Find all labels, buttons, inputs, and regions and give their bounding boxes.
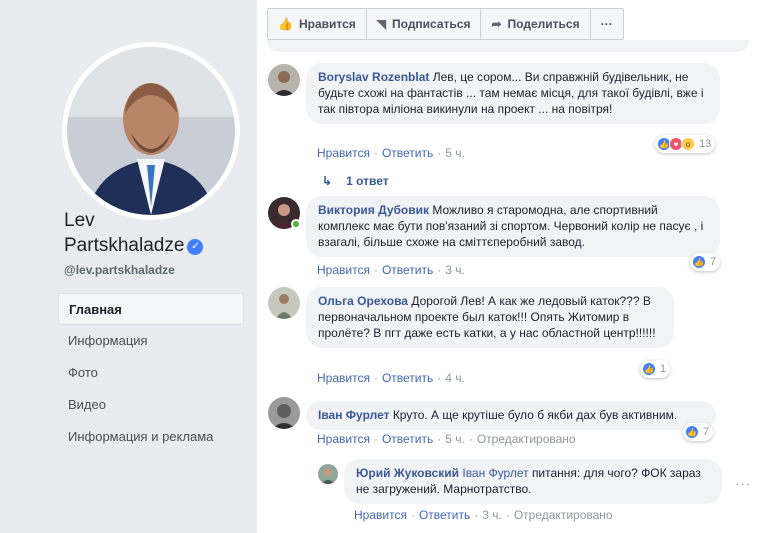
avatar-image: [318, 464, 338, 484]
like-reaction-icon: 👍: [692, 255, 706, 269]
profile-handle[interactable]: @lev.partskhaladze: [64, 263, 175, 277]
like-page-button[interactable]: 👍 Нравится: [267, 8, 367, 40]
share-label: Поделиться: [507, 17, 580, 31]
page-action-bar: 👍 Нравится ◥ Подписаться ➦ Поделиться ···: [267, 8, 624, 40]
reaction-summary[interactable]: 👍 7: [683, 423, 714, 441]
comment-time[interactable]: 5 ч.: [445, 146, 465, 160]
comment-author[interactable]: Ольга Орехова: [318, 294, 408, 308]
avatar[interactable]: [268, 287, 300, 319]
replies-count-label: 1 ответ: [346, 174, 389, 188]
like-page-label: Нравится: [298, 17, 356, 31]
nav-item-info[interactable]: Информация: [58, 325, 244, 357]
like-reaction-icon: 👍: [642, 362, 656, 376]
more-options-icon[interactable]: ···: [735, 476, 751, 491]
edited-label[interactable]: Отредактировано: [477, 432, 576, 446]
profile-name[interactable]: Lev Partskhaladze ✓: [64, 208, 204, 258]
reply-time[interactable]: 3 ч.: [482, 508, 502, 522]
page-nav: Главная Информация Фото Видео Информация…: [58, 293, 244, 453]
nav-item-home[interactable]: Главная: [58, 293, 244, 325]
like-comment-link[interactable]: Нравится: [317, 371, 370, 385]
comment-bubble: Boryslav Rozenblat Лев, це сором... Ви с…: [306, 63, 720, 124]
comment-time[interactable]: 4 ч.: [445, 371, 465, 385]
profile-photo: [67, 47, 235, 215]
comment-bubble: Виктория Дубовик Можливо я старомодна, а…: [306, 196, 720, 257]
reply-bubble: Юрий Жуковский Іван Фурлет питання: для …: [344, 459, 722, 504]
reply-reply-link[interactable]: Ответить: [419, 508, 470, 522]
more-button[interactable]: ···: [589, 8, 624, 40]
like-comment-link[interactable]: Нравится: [317, 432, 370, 446]
reply-arrow-icon: ↳: [322, 174, 333, 188]
reply-mention[interactable]: Іван Фурлет: [462, 466, 528, 480]
reaction-count: 7: [710, 256, 717, 268]
comment-text: Круто. А ще крутіше було б якби дах був …: [392, 408, 678, 422]
nav-item-ads-info[interactable]: Информация и реклама: [58, 421, 244, 453]
comment-meta: Нравится · Ответить · 4 ч.: [317, 371, 465, 385]
follow-button[interactable]: ◥ Подписаться: [365, 8, 482, 40]
nav-item-videos[interactable]: Видео: [58, 389, 244, 421]
comment-meta: Нравится · Ответить · 5 ч. · Отредактировано: [317, 432, 576, 446]
reaction-count: 7: [703, 426, 710, 438]
comment-meta: Нравится · Ответить · 5 ч.: [317, 146, 465, 160]
previous-comment-edge: [267, 40, 749, 52]
more-icon: ···: [600, 17, 613, 31]
comment-meta: Нравится · Ответить · 3 ч.: [317, 263, 465, 277]
reaction-summary[interactable]: 👍 1: [640, 360, 671, 378]
like-reply-link[interactable]: Нравится: [354, 508, 407, 522]
reply-meta: Нравится · Ответить · 3 ч. · Отредактировано: [354, 508, 613, 522]
reply-link[interactable]: Ответить: [382, 146, 433, 160]
follow-label: Подписаться: [392, 17, 471, 31]
avatar[interactable]: [318, 464, 338, 484]
like-comment-link[interactable]: Нравится: [317, 263, 370, 277]
comment-author[interactable]: Boryslav Rozenblat: [318, 70, 429, 84]
avatar[interactable]: [268, 397, 300, 429]
comment-bubble: Іван Фурлет Круто. А ще крутіше було б я…: [306, 401, 716, 430]
share-button[interactable]: ➦ Поделиться: [480, 8, 591, 40]
profile-name-last: Partskhaladze: [64, 235, 185, 256]
avatar-image: [268, 64, 300, 96]
comment-author[interactable]: Іван Фурлет: [318, 408, 389, 422]
reply-link[interactable]: Ответить: [382, 371, 433, 385]
comment-bubble: Ольга Орехова Дорогой Лев! А как же ледо…: [306, 287, 674, 348]
edited-label[interactable]: Отредактировано: [514, 508, 613, 522]
profile-name-first: Lev: [64, 210, 95, 231]
comment-time[interactable]: 5 ч.: [445, 432, 465, 446]
reply-link[interactable]: Ответить: [382, 432, 433, 446]
comment-author[interactable]: Виктория Дубовик: [318, 203, 429, 217]
reaction-summary[interactable]: 👍 ♥ o 13: [655, 135, 716, 153]
thumbs-up-icon: 👍: [278, 17, 293, 31]
avatar-image: [268, 287, 300, 319]
reaction-summary[interactable]: 👍 7: [690, 253, 721, 271]
wow-reaction-icon: o: [681, 137, 695, 151]
nav-item-photos[interactable]: Фото: [58, 357, 244, 389]
view-replies-link[interactable]: ↳ 1 ответ: [322, 174, 389, 188]
online-status-indicator: [291, 219, 301, 229]
reply-author[interactable]: Юрий Жуковский: [356, 466, 459, 480]
like-comment-link[interactable]: Нравится: [317, 146, 370, 160]
comment-time[interactable]: 3 ч.: [445, 263, 465, 277]
avatar-image: [268, 397, 300, 429]
verified-badge-icon: ✓: [187, 239, 204, 255]
like-reaction-icon: 👍: [685, 425, 699, 439]
reply-link[interactable]: Ответить: [382, 263, 433, 277]
rss-icon: ◥: [376, 17, 387, 31]
reaction-count: 13: [699, 138, 712, 150]
share-arrow-icon: ➦: [491, 17, 502, 31]
reaction-count: 1: [660, 363, 667, 375]
profile-picture[interactable]: [62, 42, 240, 220]
avatar[interactable]: [268, 64, 300, 96]
